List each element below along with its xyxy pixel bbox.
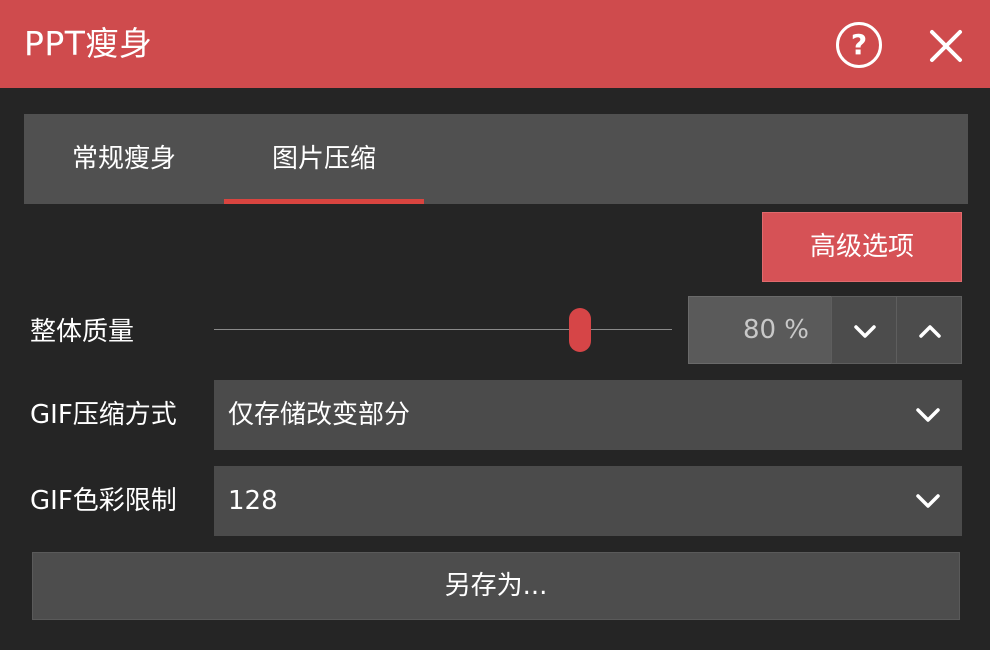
help-button[interactable]: ? <box>836 22 882 68</box>
tab-image-compression[interactable]: 图片压缩 <box>224 114 424 204</box>
gif-color-limit-select[interactable]: 128 <box>214 466 962 536</box>
tab-bar: 常规瘦身 图片压缩 <box>24 114 968 204</box>
gif-compression-mode-value: 仅存储改变部分 <box>228 400 411 430</box>
quality-decrease-button[interactable] <box>831 296 897 364</box>
gif-color-limit-value: 128 <box>228 486 278 516</box>
window-title: PPT瘦身 <box>24 24 153 63</box>
quality-label: 整体质量 <box>30 317 135 347</box>
chevron-down-icon <box>854 325 876 338</box>
question-circle-icon: ? <box>850 28 868 61</box>
chevron-up-icon <box>919 325 941 338</box>
active-tab-indicator <box>224 199 424 204</box>
save-as-button[interactable]: 另存为... <box>32 552 960 620</box>
gif-compression-mode-select[interactable]: 仅存储改变部分 <box>214 380 962 450</box>
chevron-down-icon <box>916 408 940 422</box>
close-icon <box>930 30 962 62</box>
close-button[interactable] <box>926 26 966 66</box>
advanced-options-button[interactable]: 高级选项 <box>762 212 962 282</box>
quality-slider-thumb[interactable] <box>569 308 592 352</box>
gif-color-limit-label: GIF色彩限制 <box>30 486 177 516</box>
quality-value-field[interactable]: 80 % <box>688 296 832 364</box>
quality-increase-button[interactable] <box>896 296 962 364</box>
quality-slider-track[interactable] <box>214 329 672 330</box>
tab-general-slimming[interactable]: 常规瘦身 <box>24 114 224 204</box>
chevron-down-icon <box>916 494 940 508</box>
gif-compression-mode-label: GIF压缩方式 <box>30 400 177 430</box>
title-bar: PPT瘦身 ? <box>0 0 990 88</box>
